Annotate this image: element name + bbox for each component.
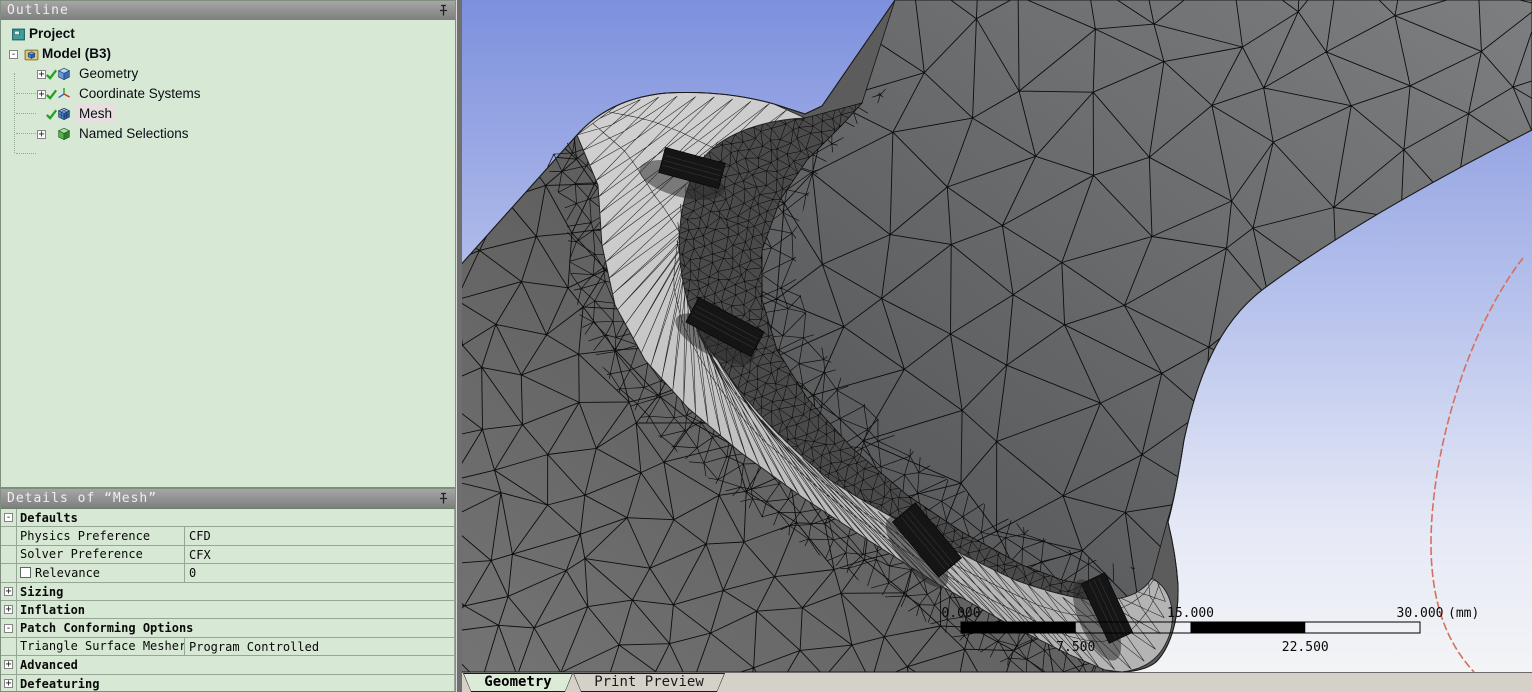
details-table: - Defaults Physics Preference CFD Solver… xyxy=(1,508,455,691)
geometry-icon xyxy=(57,67,71,81)
tab-label: Geometry xyxy=(484,674,552,690)
details-section-label: Inflation xyxy=(17,600,455,620)
prop-value[interactable]: CFX xyxy=(185,545,455,565)
details-prop-row[interactable]: Solver Preference CFX xyxy=(1,545,455,565)
prop-name: Solver Preference xyxy=(17,545,185,565)
tree-item-model[interactable]: - Model (B3) xyxy=(1,44,455,64)
prop-name-label: Relevance xyxy=(35,565,101,580)
tree-item-project[interactable]: Project xyxy=(1,24,455,44)
expand-icon[interactable]: + xyxy=(37,129,46,139)
ruler-segment-black xyxy=(1190,622,1306,633)
outline-title: Outline xyxy=(7,3,69,18)
tree-item-label: Named Selections xyxy=(79,126,189,141)
details-prop-row[interactable]: Triangle Surface Mesher Program Controll… xyxy=(1,637,455,657)
model-icon xyxy=(24,49,39,60)
mesh-icon xyxy=(57,107,71,121)
viewport-tabbar: Geometry Print Preview xyxy=(462,672,1532,692)
tree-item-geometry[interactable]: + Geometry xyxy=(1,64,455,84)
details-header-row[interactable]: + Advanced xyxy=(1,656,455,675)
tree-item-label: Coordinate Systems xyxy=(79,86,201,101)
prop-value[interactable]: CFD xyxy=(185,527,455,546)
details-header-row[interactable]: + Sizing xyxy=(1,582,455,601)
coordinate-systems-icon xyxy=(58,88,70,99)
left-panels: Outline Project - Model (B3) + Geometry … xyxy=(0,0,456,692)
tree-connector xyxy=(16,93,36,94)
tree-item-icons xyxy=(46,66,76,82)
details-titlebar: Details of “Mesh” xyxy=(1,489,455,508)
tree-connector xyxy=(16,113,36,114)
tree-item-mesh[interactable]: Mesh xyxy=(1,104,455,124)
tree-item-icons xyxy=(46,106,76,122)
expand-icon[interactable]: + xyxy=(4,586,13,596)
prop-name: Relevance xyxy=(17,564,185,583)
tree-item-label: Mesh xyxy=(76,104,116,124)
prop-name: Physics Preference xyxy=(17,527,185,546)
ruler-unit: (mm) xyxy=(1448,606,1479,621)
details-header-row[interactable]: - Defaults xyxy=(1,509,455,528)
outline-tree: Project - Model (B3) + Geometry + Coordi… xyxy=(1,20,455,487)
ruler-label-15: 15.000 xyxy=(1167,606,1214,621)
details-header-row[interactable]: - Patch Conforming Options xyxy=(1,619,455,638)
details-section-label: Advanced xyxy=(17,656,455,675)
details-panel: Details of “Mesh” - Defaults Physics Pre… xyxy=(0,488,456,692)
ruler-segment-black xyxy=(961,622,1076,633)
viewport-3d[interactable]: 0.000 15.000 30.000 (mm) 7.500 22.500 Ge… xyxy=(462,0,1532,692)
relevance-checkbox[interactable] xyxy=(20,567,31,579)
mesh-view-canvas[interactable]: 0.000 15.000 30.000 (mm) 7.500 22.500 xyxy=(462,0,1532,672)
details-section-label: Defaults xyxy=(17,509,455,528)
details-section-label: Sizing xyxy=(17,582,455,601)
collapse-icon[interactable]: - xyxy=(4,623,13,633)
ruler-label-7-5: 7.500 xyxy=(1056,640,1095,655)
details-section-label: Patch Conforming Options xyxy=(17,619,455,638)
tree-item-label: Project xyxy=(29,26,75,41)
tree-item-icons xyxy=(46,126,76,142)
prop-value[interactable]: 0 xyxy=(185,564,455,583)
tree-item-coordinate-systems[interactable]: + Coordinate Systems xyxy=(1,84,455,104)
details-header-row[interactable]: + Defeaturing xyxy=(1,674,455,691)
details-prop-row[interactable]: Physics Preference CFD xyxy=(1,527,455,546)
tree-connector xyxy=(14,73,15,153)
expand-icon[interactable]: + xyxy=(4,660,13,670)
tree-item-named-selections[interactable]: + Named Selections xyxy=(1,124,455,144)
outline-panel: Outline Project - Model (B3) + Geometry … xyxy=(0,0,456,488)
collapse-icon[interactable]: - xyxy=(4,513,13,523)
ruler-label-22-5: 22.500 xyxy=(1282,640,1329,655)
expand-icon[interactable]: + xyxy=(4,605,13,615)
ruler-label-30: 30.000 xyxy=(1397,606,1444,621)
details-header-row[interactable]: + Inflation xyxy=(1,600,455,620)
outline-titlebar: Outline xyxy=(1,1,455,20)
pin-icon[interactable] xyxy=(436,491,451,506)
details-title: Details of “Mesh” xyxy=(7,491,158,506)
tree-item-icons xyxy=(46,86,76,102)
tree-connector xyxy=(16,133,36,134)
prop-value[interactable]: Program Controlled xyxy=(185,637,455,657)
app-window: Outline Project - Model (B3) + Geometry … xyxy=(0,0,1532,692)
named-selections-icon xyxy=(57,127,71,141)
tree-item-label: Model (B3) xyxy=(42,46,111,61)
pin-icon[interactable] xyxy=(436,3,451,18)
prop-name: Triangle Surface Mesher xyxy=(17,637,185,657)
tab-label: Print Preview xyxy=(594,674,704,690)
expand-icon[interactable]: + xyxy=(4,678,13,688)
tab-geometry[interactable]: Geometry xyxy=(463,673,573,692)
details-prop-row[interactable]: Relevance 0 xyxy=(1,564,455,583)
details-section-label: Defeaturing xyxy=(17,674,455,691)
tree-connector xyxy=(16,153,36,154)
tree-item-label: Geometry xyxy=(79,66,139,81)
collapse-icon[interactable]: - xyxy=(9,49,18,59)
ruler-label-0: 0.000 xyxy=(941,606,980,621)
tab-print-preview[interactable]: Print Preview xyxy=(573,673,725,692)
project-icon xyxy=(12,28,25,40)
